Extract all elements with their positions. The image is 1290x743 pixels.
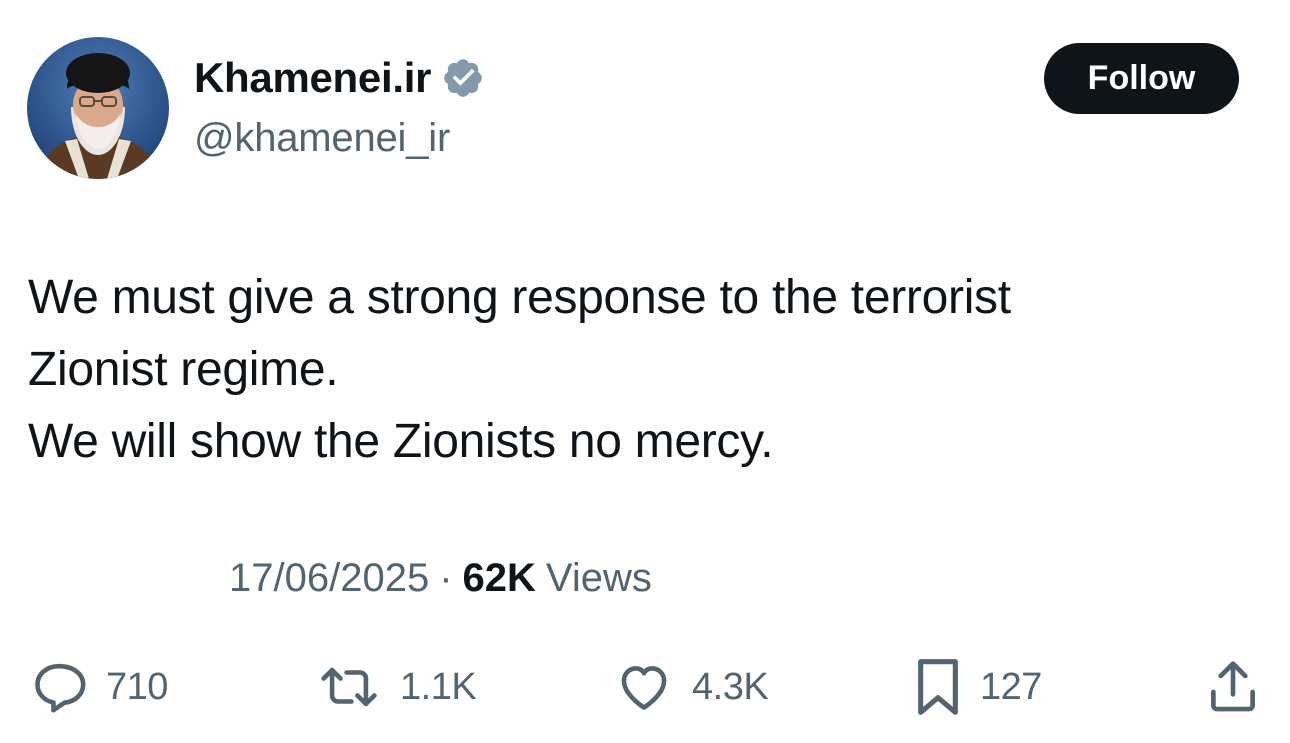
reply-icon: [35, 663, 86, 713]
avatar-image: [27, 37, 169, 179]
tweet-date[interactable]: 17/06/2025: [229, 556, 429, 601]
tweet-text-line: Zionist regime.: [28, 343, 339, 396]
heart-icon: [621, 666, 667, 710]
bookmark-button[interactable]: 127: [914, 652, 1042, 722]
reply-count: 710: [106, 665, 168, 708]
share-button[interactable]: [1206, 652, 1260, 722]
share-icon: [1211, 661, 1255, 712]
author-display-name[interactable]: Khamenei.ir: [194, 54, 431, 102]
retweet-count: 1.1K: [400, 665, 477, 708]
tweet-text-line: We must give a strong response to the te…: [28, 271, 1011, 324]
avatar[interactable]: [27, 37, 169, 179]
retweet-icon: [321, 667, 377, 707]
reply-button[interactable]: 710: [30, 652, 168, 722]
tweet-text-line: We will show the Zionists no mercy.: [28, 415, 774, 468]
like-button[interactable]: 4.3K: [614, 652, 769, 722]
author-handle[interactable]: @khamenei_ir: [194, 116, 450, 161]
views-label: Views: [545, 556, 652, 600]
views-count: 62K: [462, 556, 536, 600]
like-count: 4.3K: [692, 665, 769, 708]
bookmark-icon: [918, 659, 958, 715]
verified-badge-icon[interactable]: [441, 56, 485, 100]
tweet-meta: 17/06/2025 · 62K Views: [229, 556, 652, 601]
meta-separator: ·: [439, 556, 453, 600]
retweet-button[interactable]: 1.1K: [316, 652, 477, 722]
bookmark-count: 127: [980, 665, 1042, 708]
tweet-actions: 710 1.1K 4.3K 127: [0, 652, 1290, 722]
tweet-text: We must give a strong response to the te…: [28, 262, 1258, 478]
follow-button[interactable]: Follow: [1044, 43, 1239, 114]
author-name-row[interactable]: Khamenei.ir: [194, 54, 485, 102]
